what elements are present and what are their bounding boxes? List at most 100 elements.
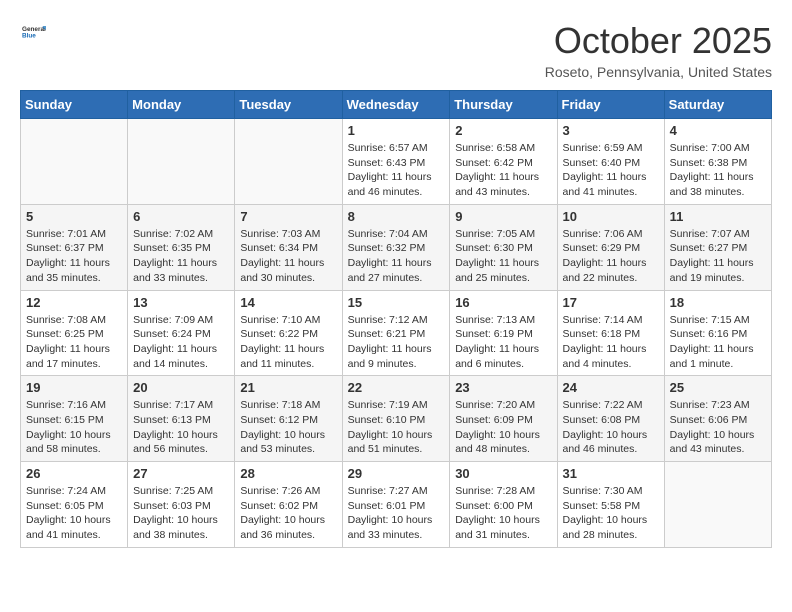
calendar-week-5: 26 Sunrise: 7:24 AM Sunset: 6:05 PM Dayli… <box>21 462 772 548</box>
day-number: 12 <box>26 295 122 310</box>
calendar-week-3: 12Sunrise: 7:08 AM Sunset: 6:25 PM Dayli… <box>21 290 772 376</box>
day-number: 6 <box>133 209 229 224</box>
calendar-cell: 1Sunrise: 6:57 AM Sunset: 6:43 PM Daylig… <box>342 119 450 205</box>
day-number: 17 <box>563 295 659 310</box>
calendar-cell: 12Sunrise: 7:08 AM Sunset: 6:25 PM Dayli… <box>21 290 128 376</box>
day-info: Sunrise: 7:14 AM Sunset: 6:18 PM Dayligh… <box>563 313 659 372</box>
weekday-header-row: SundayMondayTuesdayWednesdayThursdayFrid… <box>21 91 772 119</box>
weekday-header-saturday: Saturday <box>664 91 771 119</box>
calendar-cell: 7 Sunrise: 7:03 AM Sunset: 6:34 PM Daylig… <box>235 204 342 290</box>
weekday-header-thursday: Thursday <box>450 91 557 119</box>
day-number: 18 <box>670 295 766 310</box>
day-info: Sunrise: 7:19 AM Sunset: 6:10 PM Dayligh… <box>348 398 445 457</box>
day-number: 16 <box>455 295 551 310</box>
calendar-cell: 31 Sunrise: 7:30 AM Sunset: 5:58 PM Dayli… <box>557 462 664 548</box>
day-number: 24 <box>563 380 659 395</box>
calendar-cell <box>128 119 235 205</box>
calendar-cell: 30 Sunrise: 7:28 AM Sunset: 6:00 PM Dayli… <box>450 462 557 548</box>
day-info: Sunrise: 7:28 AM Sunset: 6:00 PM Dayligh… <box>455 484 551 543</box>
calendar-cell: 18 Sunrise: 7:15 AM Sunset: 6:16 PM Dayli… <box>664 290 771 376</box>
weekday-header-sunday: Sunday <box>21 91 128 119</box>
day-number: 11 <box>670 209 766 224</box>
calendar-cell: 13Sunrise: 7:09 AM Sunset: 6:24 PM Dayli… <box>128 290 235 376</box>
day-number: 23 <box>455 380 551 395</box>
calendar-week-2: 5Sunrise: 7:01 AM Sunset: 6:37 PM Daylig… <box>21 204 772 290</box>
header: General Blue October 2025 Roseto, Pennsy… <box>20 20 772 80</box>
day-number: 21 <box>240 380 336 395</box>
day-number: 19 <box>26 380 122 395</box>
weekday-header-wednesday: Wednesday <box>342 91 450 119</box>
day-info: Sunrise: 7:07 AM Sunset: 6:27 PM Dayligh… <box>670 227 766 286</box>
logo-content: General Blue <box>20 20 46 49</box>
svg-text:Blue: Blue <box>22 33 36 40</box>
day-info: Sunrise: 7:23 AM Sunset: 6:06 PM Dayligh… <box>670 398 766 457</box>
calendar-cell: 17 Sunrise: 7:14 AM Sunset: 6:18 PM Dayli… <box>557 290 664 376</box>
calendar-week-1: 1Sunrise: 6:57 AM Sunset: 6:43 PM Daylig… <box>21 119 772 205</box>
day-number: 7 <box>240 209 336 224</box>
day-number: 3 <box>563 123 659 138</box>
day-number: 22 <box>348 380 445 395</box>
day-number: 13 <box>133 295 229 310</box>
day-info: Sunrise: 7:13 AM Sunset: 6:19 PM Dayligh… <box>455 313 551 372</box>
day-number: 26 <box>26 466 122 481</box>
day-number: 15 <box>348 295 445 310</box>
calendar-cell: 24 Sunrise: 7:22 AM Sunset: 6:08 PM Dayli… <box>557 376 664 462</box>
day-number: 31 <box>563 466 659 481</box>
calendar: SundayMondayTuesdayWednesdayThursdayFrid… <box>20 90 772 548</box>
weekday-header-friday: Friday <box>557 91 664 119</box>
day-number: 29 <box>348 466 445 481</box>
day-info: Sunrise: 7:10 AM Sunset: 6:22 PM Dayligh… <box>240 313 336 372</box>
logo-icon: General Blue <box>22 20 46 44</box>
calendar-cell <box>21 119 128 205</box>
calendar-cell <box>235 119 342 205</box>
calendar-cell: 25Sunrise: 7:23 AM Sunset: 6:06 PM Dayli… <box>664 376 771 462</box>
calendar-cell: 20Sunrise: 7:17 AM Sunset: 6:13 PM Dayli… <box>128 376 235 462</box>
day-info: Sunrise: 7:00 AM Sunset: 6:38 PM Dayligh… <box>670 141 766 200</box>
day-number: 5 <box>26 209 122 224</box>
month-title: October 2025 <box>545 20 772 62</box>
svg-text:General: General <box>22 26 46 33</box>
day-number: 14 <box>240 295 336 310</box>
day-info: Sunrise: 7:03 AM Sunset: 6:34 PM Dayligh… <box>240 227 336 286</box>
day-number: 10 <box>563 209 659 224</box>
day-info: Sunrise: 7:12 AM Sunset: 6:21 PM Dayligh… <box>348 313 445 372</box>
calendar-cell: 14 Sunrise: 7:10 AM Sunset: 6:22 PM Dayli… <box>235 290 342 376</box>
title-area: October 2025 Roseto, Pennsylvania, Unite… <box>545 20 772 80</box>
day-info: Sunrise: 7:06 AM Sunset: 6:29 PM Dayligh… <box>563 227 659 286</box>
day-number: 9 <box>455 209 551 224</box>
weekday-header-monday: Monday <box>128 91 235 119</box>
day-info: Sunrise: 6:59 AM Sunset: 6:40 PM Dayligh… <box>563 141 659 200</box>
day-info: Sunrise: 7:15 AM Sunset: 6:16 PM Dayligh… <box>670 313 766 372</box>
day-info: Sunrise: 7:24 AM Sunset: 6:05 PM Dayligh… <box>26 484 122 543</box>
day-info: Sunrise: 7:04 AM Sunset: 6:32 PM Dayligh… <box>348 227 445 286</box>
day-info: Sunrise: 7:27 AM Sunset: 6:01 PM Dayligh… <box>348 484 445 543</box>
calendar-cell: 11 Sunrise: 7:07 AM Sunset: 6:27 PM Dayli… <box>664 204 771 290</box>
calendar-cell: 16 Sunrise: 7:13 AM Sunset: 6:19 PM Dayli… <box>450 290 557 376</box>
day-number: 1 <box>348 123 445 138</box>
day-info: Sunrise: 7:22 AM Sunset: 6:08 PM Dayligh… <box>563 398 659 457</box>
day-info: Sunrise: 7:05 AM Sunset: 6:30 PM Dayligh… <box>455 227 551 286</box>
calendar-cell: 27 Sunrise: 7:25 AM Sunset: 6:03 PM Dayli… <box>128 462 235 548</box>
day-number: 20 <box>133 380 229 395</box>
calendar-cell: 28Sunrise: 7:26 AM Sunset: 6:02 PM Dayli… <box>235 462 342 548</box>
calendar-cell: 4 Sunrise: 7:00 AM Sunset: 6:38 PM Daylig… <box>664 119 771 205</box>
location-title: Roseto, Pennsylvania, United States <box>545 64 772 80</box>
day-info: Sunrise: 7:02 AM Sunset: 6:35 PM Dayligh… <box>133 227 229 286</box>
calendar-cell: 3 Sunrise: 6:59 AM Sunset: 6:40 PM Daylig… <box>557 119 664 205</box>
calendar-cell: 9 Sunrise: 7:05 AM Sunset: 6:30 PM Daylig… <box>450 204 557 290</box>
day-info: Sunrise: 7:25 AM Sunset: 6:03 PM Dayligh… <box>133 484 229 543</box>
calendar-cell: 2 Sunrise: 6:58 AM Sunset: 6:42 PM Daylig… <box>450 119 557 205</box>
calendar-cell: 15 Sunrise: 7:12 AM Sunset: 6:21 PM Dayli… <box>342 290 450 376</box>
calendar-cell: 5Sunrise: 7:01 AM Sunset: 6:37 PM Daylig… <box>21 204 128 290</box>
day-number: 4 <box>670 123 766 138</box>
day-number: 30 <box>455 466 551 481</box>
day-number: 27 <box>133 466 229 481</box>
day-info: Sunrise: 7:16 AM Sunset: 6:15 PM Dayligh… <box>26 398 122 457</box>
day-number: 2 <box>455 123 551 138</box>
calendar-cell: 29 Sunrise: 7:27 AM Sunset: 6:01 PM Dayli… <box>342 462 450 548</box>
day-info: Sunrise: 7:30 AM Sunset: 5:58 PM Dayligh… <box>563 484 659 543</box>
calendar-cell <box>664 462 771 548</box>
weekday-header-tuesday: Tuesday <box>235 91 342 119</box>
logo: General Blue <box>20 20 46 49</box>
day-info: Sunrise: 6:58 AM Sunset: 6:42 PM Dayligh… <box>455 141 551 200</box>
